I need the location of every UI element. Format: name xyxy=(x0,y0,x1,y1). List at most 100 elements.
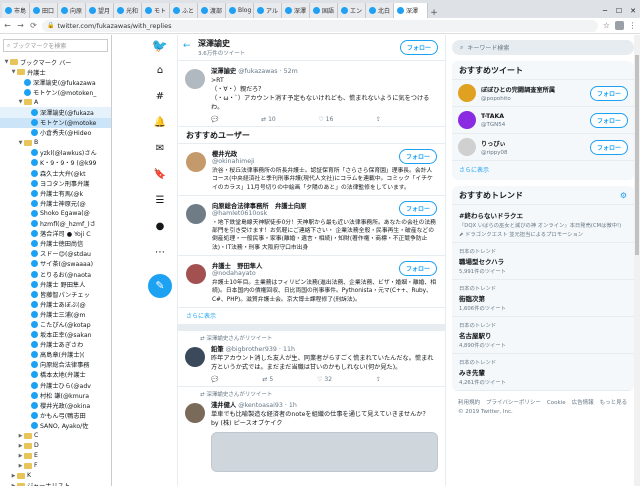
trend-item[interactable]: #終わらないドラクエ 『DQX いばらの巫女と滅びの神 オンライン』本日発売(CM… xyxy=(452,205,634,243)
tweet-time[interactable]: 11h xyxy=(283,346,295,353)
chevron-down-icon[interactable]: ▼ xyxy=(17,140,24,146)
bookmark-search-input[interactable]: ⌕ ブックマークを検索 xyxy=(3,39,108,52)
tweet[interactable]: 淺井健人 @kentoasai93 · 1h 単車でも比喩製造な経済者のnote… xyxy=(178,398,445,475)
chevron-down-icon[interactable]: ▼ xyxy=(10,69,17,75)
new-tab-button[interactable]: + xyxy=(428,8,440,18)
account-name[interactable]: りっぴぃ xyxy=(481,139,590,148)
forward-icon[interactable]: → xyxy=(16,21,25,30)
bookmark-item[interactable]: Shoko Egawa(@ xyxy=(0,208,111,218)
scrollbar[interactable] xyxy=(634,35,640,486)
bookmark-item[interactable]: K・9・9・9 (@k99 xyxy=(0,158,111,168)
browser-tab[interactable]: エン xyxy=(338,3,366,18)
browser-tab[interactable]: モト xyxy=(142,3,170,18)
bookmark-item[interactable]: モトケン(@motoke xyxy=(0,117,111,128)
trend-item[interactable]: 日本のトレンド みき先輩 4,261件のツイート xyxy=(452,354,634,391)
share-icon[interactable]: ⇪ xyxy=(376,376,381,383)
follow-button[interactable]: フォロー xyxy=(589,85,628,101)
profile-icon[interactable]: ● xyxy=(148,221,172,232)
account-name[interactable]: ぼぼひとの完闘調査室所属 xyxy=(481,85,590,94)
avatar[interactable] xyxy=(186,264,206,285)
user-name[interactable]: 弁護士 野田隼人 xyxy=(212,263,262,270)
browser-tab[interactable]: 北白 xyxy=(366,3,394,18)
bookmark-item[interactable]: こたぴん(@kotap xyxy=(0,319,111,329)
back-arrow-icon[interactable]: ← xyxy=(183,41,191,51)
chevron-down-icon[interactable]: ▼ xyxy=(3,59,10,65)
bookmark-folder[interactable]: ▶ D xyxy=(0,441,111,451)
back-icon[interactable]: ← xyxy=(3,21,12,30)
browser-tab[interactable]: 国語 xyxy=(310,3,338,18)
recommended-account[interactable]: T-TAKA @TGN54 フォロー xyxy=(452,107,634,134)
bookmark-item[interactable]: 小倉秀夫(@Hideo xyxy=(0,128,111,138)
star-icon[interactable]: ☆ xyxy=(602,21,611,30)
trend-item[interactable]: 日本のトレンド 街臨次第 1,606件のツイート xyxy=(452,280,634,317)
trend-name[interactable]: 職場型セクハラ xyxy=(459,256,627,266)
browser-tab[interactable]: アル xyxy=(254,3,282,18)
menu-icon[interactable]: ⋮ xyxy=(628,21,637,30)
trend-name[interactable]: 名古屋駅り xyxy=(459,330,627,340)
browser-tab[interactable]: 望月 xyxy=(86,3,114,18)
trend-item[interactable]: 日本のトレンド 職場型セクハラ 5,991件のツイート xyxy=(452,243,634,280)
lists-icon[interactable]: ☰ xyxy=(148,195,172,206)
user-name[interactable]: 櫻井光政 xyxy=(212,151,237,158)
bookmark-item[interactable]: モトケン(@motoken_ xyxy=(0,87,111,97)
bookmark-item[interactable]: 深澤諭史(@fukaza xyxy=(0,107,111,118)
recommended-user[interactable]: 向原総合法律事務所 弁護士向原 @hamlet0610osk フォロー ・地下鉄堂島線… xyxy=(178,196,445,257)
bookmark-folder[interactable]: ▶ E xyxy=(0,451,111,461)
bookmark-item[interactable]: 森久士大弁(@kt xyxy=(0,168,111,178)
tweet[interactable]: 鉛筆 @bigbrother939 · 11h 昨年アカウント消した友人が生、同… xyxy=(178,342,445,387)
chevron-down-icon[interactable]: ▼ xyxy=(17,99,24,105)
author-name[interactable]: 淺井健人 xyxy=(211,402,236,409)
url-field[interactable]: 🔒 twitter.com/fukazawas/with_replies xyxy=(42,19,598,32)
like-icon[interactable]: ♡ 16 xyxy=(318,116,333,123)
follow-button[interactable]: フォロー xyxy=(398,261,437,277)
browser-tab[interactable]: 深澤 xyxy=(282,3,310,18)
browser-tab[interactable]: 渡部 xyxy=(198,3,226,18)
twitter-search-input[interactable]: ⌕ キーワード検索 xyxy=(452,40,634,55)
footer-link[interactable]: もっと見る xyxy=(600,400,628,406)
chevron-right-icon[interactable]: ▶ xyxy=(10,473,17,479)
recommended-user[interactable]: 櫻井光政 @okinahimeji フォロー 渋谷・桜丘法律事務所の所長弁護士。認証保… xyxy=(178,144,445,196)
bookmark-item[interactable]: SANO, Ayako/佐 xyxy=(0,420,111,430)
bookmark-item[interactable]: ヨコタン刑事弁護 xyxy=(0,178,111,188)
bookmark-folder[interactable]: ▶ C xyxy=(0,430,111,440)
maximize-icon[interactable]: ☐ xyxy=(612,7,626,15)
bookmark-item[interactable]: 皆藤智パンチェッ xyxy=(0,289,111,299)
chevron-right-icon[interactable]: ▶ xyxy=(17,433,24,439)
follow-button[interactable]: フォロー xyxy=(399,40,438,55)
close-icon[interactable]: ✕ xyxy=(626,7,640,15)
bookmark-item[interactable]: 弁護士有馬(@k xyxy=(0,188,111,198)
author-name[interactable]: 鉛筆 xyxy=(211,346,224,353)
tweet[interactable]: 深澤諭史 @fukazawas · 52m >RT （・∀・）親だろ？ （・ω・… xyxy=(178,61,445,127)
avatar[interactable] xyxy=(458,111,476,129)
bookmark-item[interactable]: 弁護士 野田隼人 xyxy=(0,279,111,289)
bookmark-folder[interactable]: ▶ジャーナリスト xyxy=(0,481,111,486)
bookmark-item[interactable]: 向原総合法律事務 xyxy=(0,360,111,370)
show-more-link[interactable]: さらに表示 xyxy=(178,308,445,325)
avatar[interactable] xyxy=(185,69,205,89)
bookmark-item[interactable]: 弁護士三浦(@m xyxy=(0,309,111,319)
chevron-right-icon[interactable]: ▶ xyxy=(17,443,24,449)
account-name[interactable]: T-TAKA xyxy=(481,113,590,120)
chevron-right-icon[interactable]: ▶ xyxy=(17,453,24,459)
recommended-user[interactable]: 弁護士 野田隼人 @nodahayato フォロー 弁護士10年目。主業務はフィリピン… xyxy=(178,256,445,308)
bookmark-folder[interactable]: ▼ ブックマーク バー xyxy=(0,57,111,67)
recommended-account[interactable]: りっぴぃ @rippy08 フォロー xyxy=(452,134,634,161)
share-icon[interactable]: ⇪ xyxy=(376,116,381,123)
browser-tab[interactable]: 向原 xyxy=(58,3,86,18)
bookmark-folder[interactable]: ▶ F xyxy=(0,461,111,471)
reload-icon[interactable]: ⟳ xyxy=(29,21,38,30)
follow-button[interactable]: フォロー xyxy=(398,200,437,216)
extension-icon[interactable] xyxy=(615,21,624,30)
trend-name[interactable]: みき先輩 xyxy=(459,367,627,377)
settings-icon[interactable]: ⚙ xyxy=(620,191,627,200)
avatar[interactable] xyxy=(185,346,205,367)
bookmark-item[interactable]: 弁護士ひら(@adv xyxy=(0,380,111,390)
twitter-logo-icon[interactable]: 🐦 xyxy=(148,39,172,54)
avatar[interactable] xyxy=(458,138,476,156)
avatar[interactable] xyxy=(186,152,206,172)
home-icon[interactable]: ⌂ xyxy=(148,65,172,76)
tweet-time[interactable]: 1h xyxy=(289,402,297,409)
footer-link[interactable]: 利用規約 xyxy=(458,400,480,406)
bookmark-item[interactable]: 落合洋司 ● Yoji C xyxy=(0,229,111,239)
avatar[interactable] xyxy=(458,84,476,102)
